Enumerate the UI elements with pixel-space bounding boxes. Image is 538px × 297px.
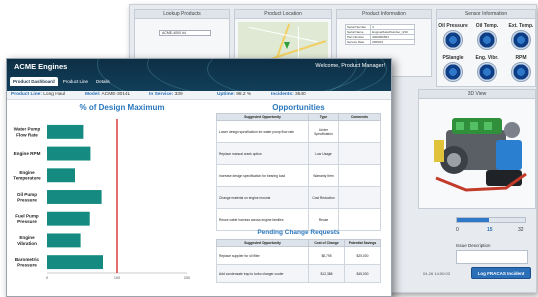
- bar[interactable]: [47, 233, 81, 248]
- pcr-col-suggested: Suggested Opportunity: [216, 239, 309, 247]
- tab-bar: Product Dashboard Product Line Details: [10, 77, 113, 86]
- gauge-label-eng-vibr: Eng. Vibr.: [475, 55, 499, 61]
- uptime-status: Uptime: 98.2 %: [217, 92, 252, 97]
- slider-fill: [457, 218, 489, 222]
- pcr-col-cost: Cost of Change: [308, 239, 345, 247]
- opportunities-table: Suggested Opportunity Type Comments Lowe…: [216, 113, 381, 231]
- opp-col-type: Type: [308, 113, 339, 121]
- value-slider[interactable]: [456, 217, 526, 223]
- rpm-gauge: [511, 62, 531, 82]
- comments-cell[interactable]: [338, 186, 381, 209]
- sensor-information-panel: Sensor Information Oil Pressure Oil Temp…: [436, 9, 536, 87]
- table-row[interactable]: Reuse cable harness across engine famili…: [216, 208, 381, 231]
- oil-temp-gauge: [477, 30, 497, 50]
- table-row[interactable]: Replace manual crank option Low Usage: [216, 142, 381, 165]
- in-service-status: In Service: 339: [149, 92, 183, 97]
- table-row[interactable]: Change material on engine mounts Cost Red…: [216, 186, 381, 209]
- status-bar: Product Line: Long Haul Model: ACME-3014…: [7, 91, 391, 100]
- category-label: Engine Vibration: [17, 235, 37, 246]
- table-row[interactable]: Replace supplier for oil filter $8,795 $25…: [216, 246, 381, 265]
- psiangle-gauge: [443, 62, 463, 82]
- comments-cell[interactable]: [338, 120, 381, 143]
- app-header: ACME Engines Welcome, Product Manager! P…: [7, 59, 391, 91]
- lookup-products-title: Lookup Products: [135, 10, 229, 19]
- gauge-label-psiangle: PSIangle: [442, 55, 464, 61]
- comments-cell[interactable]: [338, 142, 381, 165]
- category-label: Fuel Pump Pressure: [15, 214, 39, 225]
- comments-cell[interactable]: [338, 164, 381, 187]
- table-row[interactable]: Increase design specification for bearin…: [216, 164, 381, 187]
- opp-col-suggested: Suggested Opportunity: [216, 113, 309, 121]
- bar[interactable]: [47, 190, 102, 204]
- product-information-title: Product Information: [337, 10, 431, 19]
- location-marker-icon[interactable]: [284, 42, 290, 49]
- gauge-label-oil-pressure: Oil Pressure: [438, 23, 468, 29]
- model-status: Model: ACME-3014L: [85, 92, 131, 97]
- log-fracas-incident-button[interactable]: Log FRACAS Incident: [471, 267, 531, 279]
- issue-description-label: Issue Description: [456, 243, 491, 248]
- x-tick-label: 200: [184, 276, 190, 280]
- slider-min-label: 0: [456, 227, 459, 233]
- gauge-label-oil-temp: Oil Temp.: [475, 23, 499, 29]
- x-tick-label: 100: [114, 276, 120, 280]
- app-title: ACME Engines: [14, 62, 68, 71]
- engine-3d-model[interactable]: [426, 100, 538, 205]
- comments-cell[interactable]: [338, 208, 381, 231]
- ext-temp-gauge: [511, 30, 531, 50]
- category-label: Oil Pump Pressure: [17, 192, 37, 203]
- pending-change-requests-title: Pending Change Requests: [257, 229, 340, 236]
- tab-product-line[interactable]: Product Line: [60, 77, 91, 86]
- eng-vibr-gauge: [477, 62, 497, 82]
- product-information-table: Serial Number 4 Serial Name EngineModelNum…: [344, 24, 415, 45]
- opportunities-title: Opportunities: [272, 103, 325, 112]
- oil-pressure-gauge: [443, 30, 463, 50]
- bar[interactable]: [47, 211, 90, 226]
- design-maximum-bar-chart: Water Pump Flow Rate Engine RPM Engine Tempe…: [13, 119, 190, 280]
- category-label: Engine Temperature: [13, 170, 41, 181]
- lookup-product-select[interactable]: ACME-4000 #4: [159, 30, 211, 36]
- pending-change-requests-table: Suggested Opportunity Cost of Change Pot…: [216, 239, 381, 283]
- category-label: Water Pump Flow Rate: [14, 127, 41, 138]
- gauge-label-rpm: RPM: [515, 55, 527, 61]
- table-row[interactable]: Lower design specification for water pum…: [216, 120, 381, 143]
- sensor-information-title: Sensor Information: [437, 10, 535, 19]
- table-row[interactable]: Add condensate trap to turbo charger coo…: [216, 264, 381, 283]
- acme-engines-window: ACME Engines Welcome, Product Manager! P…: [6, 58, 392, 297]
- issue-description-input[interactable]: [456, 250, 528, 264]
- x-tick-label: 0: [46, 276, 48, 280]
- gauge-label-ext-temp: Ext. Temp.: [508, 23, 534, 29]
- pcr-col-savings: Potential Savings: [344, 239, 381, 247]
- welcome-message: Welcome, Product Manager!: [315, 63, 385, 69]
- opp-col-comments: Comments: [338, 113, 381, 121]
- product-line-status: Product Line: Long Haul: [11, 92, 66, 97]
- slider-max-label: 32: [518, 227, 524, 233]
- tab-product-dashboard[interactable]: Product Dashboard: [10, 77, 58, 86]
- 3d-view-title: 3D View: [419, 90, 535, 99]
- incidents-status: Incidents: 3540: [271, 92, 306, 97]
- category-label: Engine RPM: [14, 151, 41, 156]
- timestamp-text: 04-26 14:00:03: [423, 271, 450, 276]
- category-label: Barometric Pressure: [15, 257, 40, 268]
- bar[interactable]: [47, 124, 84, 139]
- tab-details[interactable]: Details: [93, 77, 113, 86]
- bar[interactable]: [47, 255, 103, 270]
- product-location-title: Product Location: [235, 10, 331, 19]
- bar[interactable]: [47, 146, 91, 161]
- slider-value-label: 15: [487, 227, 493, 233]
- bar[interactable]: [47, 168, 75, 183]
